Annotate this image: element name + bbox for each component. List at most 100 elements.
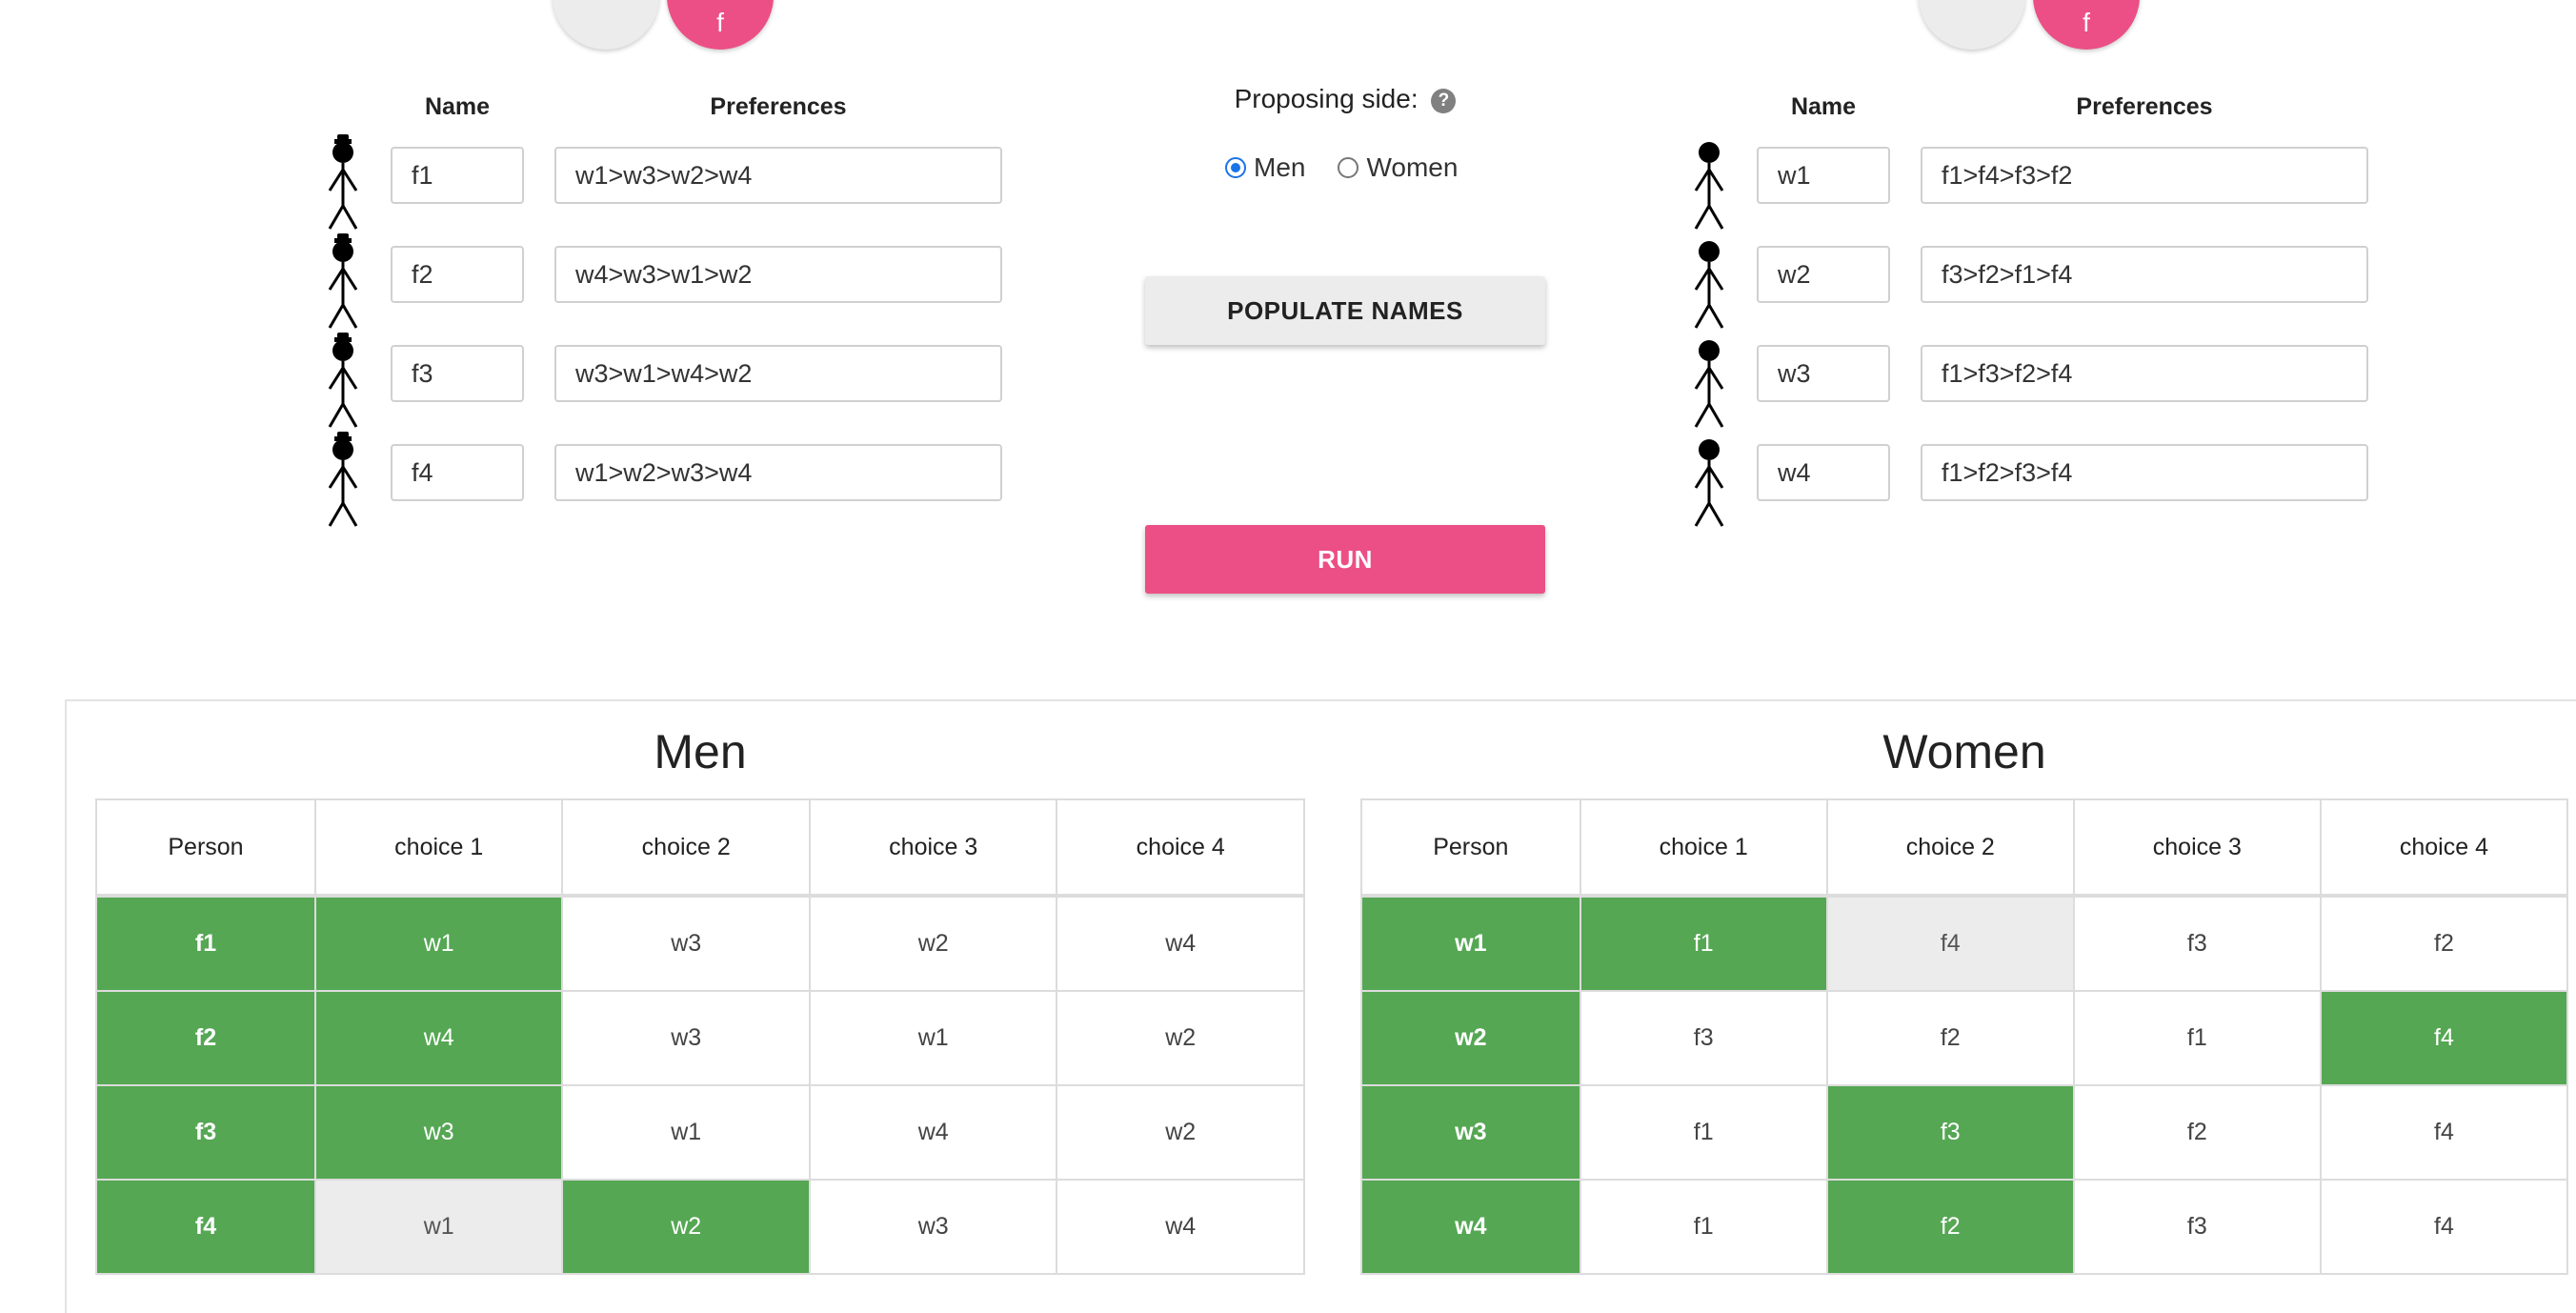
men-preferences-input[interactable] — [554, 444, 1002, 501]
women-results-table: Person choice 1 choice 2 choice 3 choice 4 w1… — [1360, 798, 2569, 1275]
men-preferences-header: Preferences — [710, 93, 847, 120]
men-choice-cell: w4 — [808, 1084, 1058, 1181]
table-row: w4 f1 f2 f3 f4 — [1360, 1179, 2569, 1275]
men-choice-cell: w1 — [313, 895, 564, 992]
radio-women-button[interactable] — [1338, 157, 1359, 178]
men-preferences-input[interactable] — [554, 345, 1002, 402]
women-choice-cell: f2 — [2072, 1084, 2322, 1181]
women-choice-cell: f4 — [2319, 990, 2569, 1086]
men-choice-cell: w4 — [1056, 895, 1305, 992]
table-row: w3 f1 f3 f2 f4 — [1360, 1084, 2569, 1181]
women-choice-cell: f2 — [2319, 895, 2569, 992]
men-choice-cell: w2 — [1056, 1084, 1305, 1181]
men-name-input[interactable] — [391, 246, 524, 303]
men-choice-cell: w3 — [561, 895, 811, 992]
men-person-cell: f1 — [95, 895, 316, 992]
women-person-cell: w2 — [1360, 990, 1581, 1086]
women-column-header: choice 4 — [2319, 798, 2569, 898]
men-column-header: choice 1 — [313, 798, 564, 898]
men-name-input[interactable] — [391, 345, 524, 402]
women-avatar-toggle-grey[interactable] — [1919, 0, 2025, 50]
women-choice-cell: f1 — [1579, 1084, 1828, 1181]
men-column-header: choice 4 — [1056, 798, 1305, 898]
proposing-side-radio-group: Men Women — [1225, 152, 1490, 183]
women-choice-cell: f2 — [1825, 990, 2075, 1086]
men-name-input[interactable] — [391, 147, 524, 204]
women-name-input[interactable] — [1757, 147, 1890, 204]
men-choice-cell: w3 — [808, 1179, 1058, 1275]
men-choice-cell: w4 — [1056, 1179, 1305, 1275]
men-person-cell: f3 — [95, 1084, 316, 1181]
men-preferences-input[interactable] — [554, 246, 1002, 303]
women-choice-cell: f3 — [2072, 1179, 2322, 1275]
men-person-figure-icon — [322, 231, 364, 345]
table-row: w1 f1 f4 f3 f2 — [1360, 895, 2569, 992]
women-preferences-input[interactable] — [1921, 147, 2368, 204]
women-name-input[interactable] — [1757, 246, 1890, 303]
men-person-cell: f4 — [95, 1179, 316, 1275]
table-row: f3 w3 w1 w4 w2 — [95, 1084, 1305, 1181]
radio-option-men[interactable]: Men — [1225, 152, 1305, 183]
men-choice-cell: w2 — [1056, 990, 1305, 1086]
men-choice-cell: w4 — [313, 990, 564, 1086]
help-icon[interactable]: ? — [1431, 89, 1457, 113]
proposing-side-label: Proposing side: ? — [1174, 84, 1517, 114]
men-avatar-toggle-grey[interactable] — [553, 0, 659, 50]
radio-women-label: Women — [1366, 152, 1459, 182]
men-person-cell: f2 — [95, 990, 316, 1086]
women-preferences-input[interactable] — [1921, 246, 2368, 303]
men-choice-cell: w3 — [561, 990, 811, 1086]
men-name-input[interactable] — [391, 444, 524, 501]
women-choice-cell: f1 — [2072, 990, 2322, 1086]
populate-names-button[interactable]: POPULATE NAMES — [1145, 276, 1545, 345]
women-column-header: choice 3 — [2072, 798, 2322, 898]
women-column-header: Person — [1360, 798, 1581, 898]
women-column-header: choice 2 — [1825, 798, 2075, 898]
table-row: w2 f3 f2 f1 f4 — [1360, 990, 2569, 1086]
women-preferences-header: Preferences — [2076, 93, 2213, 120]
men-person-figure-icon — [322, 330, 364, 444]
table-row: f1 w1 w3 w2 w4 — [95, 895, 1305, 992]
women-avatar-toggle-pink[interactable]: f — [2033, 0, 2140, 50]
men-column-header: choice 3 — [808, 798, 1058, 898]
women-person-cell: w3 — [1360, 1084, 1581, 1181]
men-results-table: Person choice 1 choice 2 choice 3 choice 4 f1… — [95, 798, 1305, 1275]
men-table-title: Men — [654, 725, 747, 778]
women-name-input[interactable] — [1757, 444, 1890, 501]
women-choice-cell: f4 — [2319, 1179, 2569, 1275]
women-name-input[interactable] — [1757, 345, 1890, 402]
table-row: f4 w1 w2 w3 w4 — [95, 1179, 1305, 1275]
women-header-row: Person choice 1 choice 2 choice 3 choice 4 — [1360, 798, 2569, 898]
women-choice-cell: f2 — [1825, 1179, 2075, 1275]
men-person-figure-icon — [322, 429, 364, 543]
radio-option-women[interactable]: Women — [1338, 152, 1458, 183]
table-row: f2 w4 w3 w1 w2 — [95, 990, 1305, 1086]
men-choice-cell: w2 — [561, 1179, 811, 1275]
men-choice-cell: w1 — [808, 990, 1058, 1086]
radio-men-label: Men — [1254, 152, 1306, 182]
men-header-row: Person choice 1 choice 2 choice 3 choice 4 — [95, 798, 1305, 898]
run-button[interactable]: RUN — [1145, 525, 1545, 594]
women-person-cell: w1 — [1360, 895, 1581, 992]
women-person-figure-icon — [1688, 131, 1730, 246]
women-choice-cell: f3 — [1579, 990, 1828, 1086]
women-name-header: Name — [1790, 93, 1857, 120]
women-choice-cell: f3 — [1825, 1084, 2075, 1181]
women-column-header: choice 1 — [1579, 798, 1828, 898]
proposing-side-text: Proposing side: — [1234, 84, 1419, 113]
men-choice-cell: w1 — [313, 1179, 564, 1275]
women-choice-cell: f4 — [2319, 1084, 2569, 1181]
men-person-figure-icon — [322, 131, 364, 246]
men-name-header: Name — [424, 93, 491, 120]
men-choice-cell: w3 — [313, 1084, 564, 1181]
women-choice-cell: f3 — [2072, 895, 2322, 992]
men-avatar-toggle-pink[interactable]: f — [667, 0, 774, 50]
radio-men-button[interactable] — [1225, 157, 1246, 178]
men-column-header: Person — [95, 798, 316, 898]
women-preferences-input[interactable] — [1921, 444, 2368, 501]
stable-matching-page: f f Name Preferences Name Preferences Pr… — [0, 0, 2576, 1313]
women-choice-cell: f1 — [1579, 1179, 1828, 1275]
men-preferences-input[interactable] — [554, 147, 1002, 204]
women-choice-cell: f1 — [1579, 895, 1828, 992]
women-preferences-input[interactable] — [1921, 345, 2368, 402]
